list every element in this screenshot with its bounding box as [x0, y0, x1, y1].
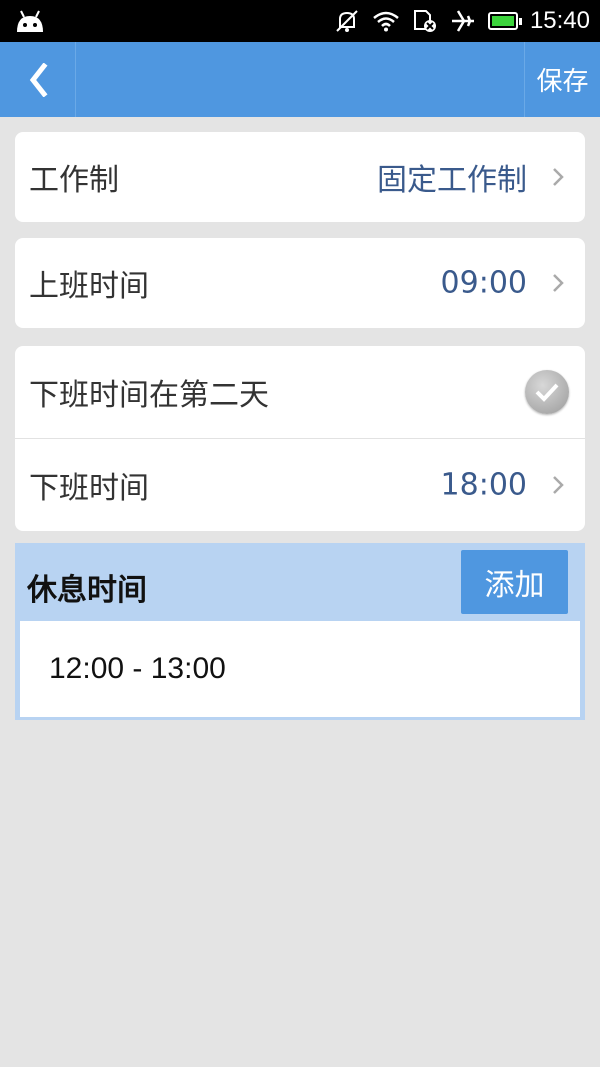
- chevron-right-icon: [553, 168, 564, 186]
- status-bar: 15:40: [0, 0, 600, 42]
- mute-icon: [336, 10, 358, 32]
- chevron-right-icon: [553, 476, 564, 494]
- start-time-label: 上班时间: [29, 269, 149, 304]
- airplane-icon: [451, 10, 474, 32]
- break-section: 休息时间 添加 12:00 - 13:00: [15, 543, 585, 720]
- title-bar: 保存: [0, 42, 600, 117]
- start-time-card: 上班时间 09:00: [15, 238, 585, 328]
- next-day-checkbox[interactable]: [525, 370, 569, 414]
- next-day-label: 下班时间在第二天: [29, 378, 269, 413]
- status-time: 15:40: [529, 7, 590, 34]
- end-time-label: 下班时间: [29, 471, 149, 506]
- work-schedule-row[interactable]: 工作制 固定工作制: [15, 132, 585, 222]
- chevron-left-icon: [29, 62, 48, 97]
- chevron-right-icon: [553, 274, 564, 292]
- battery-icon: [487, 12, 522, 30]
- break-item[interactable]: 12:00 - 13:00: [49, 652, 226, 686]
- check-icon: [535, 383, 559, 402]
- break-title: 休息时间: [27, 573, 147, 608]
- end-time-card: 下班时间在第二天 下班时间 18:00: [15, 346, 585, 531]
- back-button[interactable]: [0, 42, 76, 117]
- wifi-icon: [373, 11, 399, 32]
- start-time-row[interactable]: 上班时间 09:00: [15, 238, 585, 328]
- next-day-row[interactable]: 下班时间在第二天: [15, 346, 585, 438]
- work-schedule-value: 固定工作制: [377, 163, 527, 198]
- add-break-button[interactable]: 添加: [461, 550, 568, 614]
- start-time-value: 09:00: [440, 265, 527, 301]
- sim-off-icon: [413, 10, 436, 32]
- work-schedule-card: 工作制 固定工作制: [15, 132, 585, 222]
- android-icon: [17, 10, 43, 32]
- work-schedule-label: 工作制: [29, 163, 119, 198]
- break-list: 12:00 - 13:00: [20, 621, 580, 717]
- end-time-value: 18:00: [440, 467, 527, 503]
- end-time-row[interactable]: 下班时间 18:00: [15, 439, 585, 531]
- save-button[interactable]: 保存: [524, 42, 600, 117]
